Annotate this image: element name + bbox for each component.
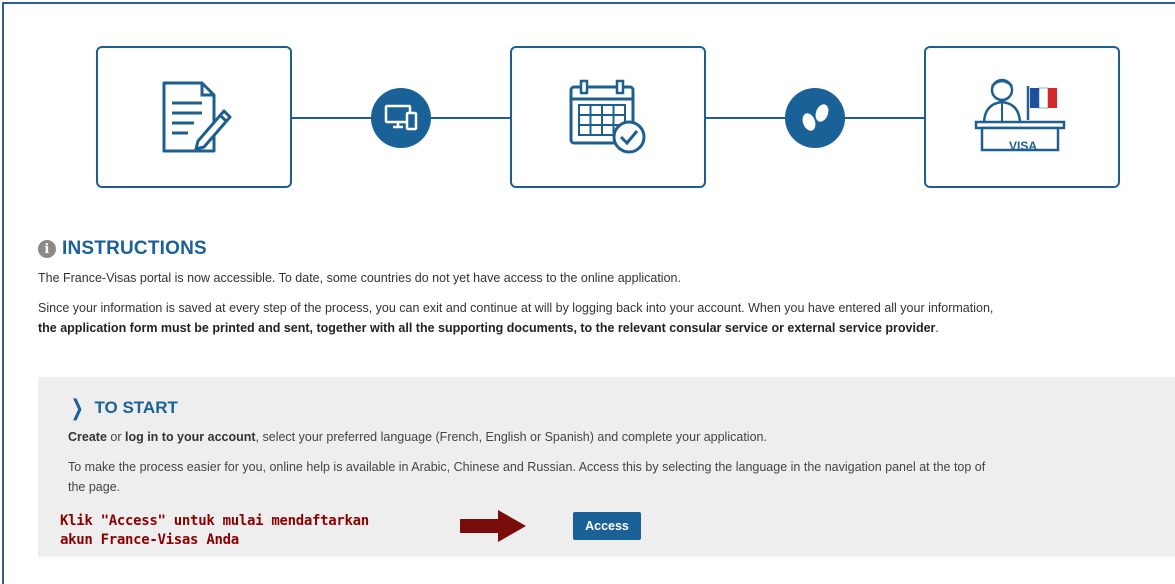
visa-sign-label: VISA [1009, 139, 1038, 153]
create-link[interactable]: Create [68, 430, 107, 444]
instructions-line-1: The France-Visas portal is now accessibl… [38, 271, 681, 285]
to-start-title: TO START [94, 398, 178, 417]
devices-icon [384, 104, 418, 131]
step-online-circle [371, 88, 431, 148]
footsteps-icon [802, 104, 829, 131]
arrow-right-icon [460, 510, 526, 542]
info-icon: i [38, 240, 56, 258]
form-document-icon [162, 81, 232, 153]
instructions-line-3: the application form must be printed and… [38, 318, 939, 338]
step-fill-form [96, 46, 292, 188]
instructions-bold-text: the application form must be printed and… [38, 321, 936, 335]
help-line-1: To make the process easier for you, onli… [68, 460, 986, 474]
step-visa-counter: VISA [924, 46, 1120, 188]
or-text: or [106, 430, 125, 444]
instructions-title: INSTRUCTIONS [62, 238, 207, 259]
annotation-line-2: akun France-Visas Anda [60, 532, 239, 548]
to-start-heading: ❯ TO START [68, 395, 178, 420]
instructions-period: . [935, 321, 939, 335]
login-link[interactable]: log in to your account [125, 430, 256, 444]
annotation-line-1: Klik "Access" untuk mulai mendaftarkan [60, 513, 369, 529]
calendar-check-icon [569, 79, 646, 154]
step-appointment [510, 46, 706, 188]
to-start-panel: ❯ TO START Create or log in to your acco… [38, 377, 1175, 557]
to-start-rest-text: , select your preferred language (French… [255, 430, 767, 444]
help-line-2: the page. [68, 480, 121, 494]
instructions-line-2: Since your information is saved at every… [38, 301, 994, 315]
chevron-right-icon: ❯ [70, 395, 84, 420]
instructions-heading: i INSTRUCTIONS [38, 238, 207, 260]
to-start-line-1: Create or log in to your account, select… [68, 427, 767, 447]
access-annotation: Klik "Access" untuk mulai mendaftarkan a… [60, 512, 369, 550]
step-visit-circle [785, 88, 845, 148]
access-button[interactable]: Access [573, 512, 641, 540]
